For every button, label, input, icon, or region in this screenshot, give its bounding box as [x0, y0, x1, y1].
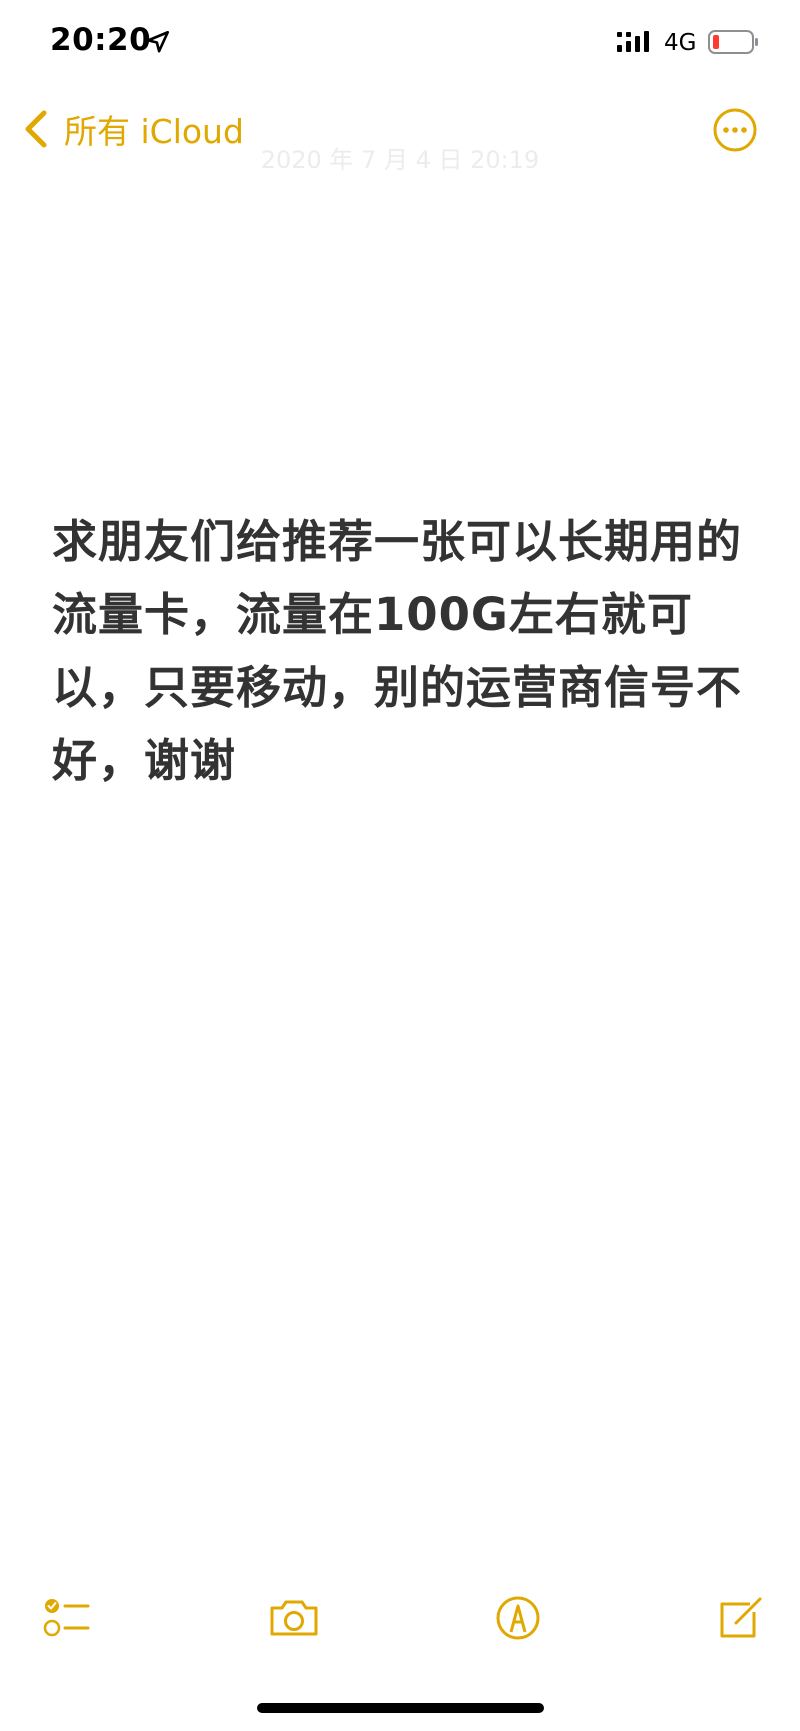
network-type: 4G: [664, 30, 697, 56]
battery-icon: [708, 30, 758, 54]
status-bar: 20:20 4G: [0, 0, 800, 90]
location-arrow-icon: [146, 30, 170, 53]
bottom-toolbar: [0, 1590, 800, 1660]
checklist-icon[interactable]: [40, 1590, 96, 1646]
note-text[interactable]: 求朋友们给推荐一张可以长期用的流量卡，流量在100G左右就可以，只要移动，别的运…: [52, 505, 742, 797]
compose-icon[interactable]: [712, 1590, 768, 1646]
home-indicator[interactable]: [257, 1703, 544, 1713]
note-date: 2020 年 7 月 4 日 20:19: [260, 146, 540, 174]
markup-icon[interactable]: [490, 1590, 546, 1646]
camera-icon[interactable]: [266, 1590, 322, 1646]
cellular-signal-icon: [617, 31, 649, 52]
status-time: 20:20: [50, 22, 152, 58]
navigation-bar: 所有 iCloud 2020 年 7 月 4 日 20:19: [0, 90, 800, 174]
more-options-icon[interactable]: [712, 107, 758, 153]
